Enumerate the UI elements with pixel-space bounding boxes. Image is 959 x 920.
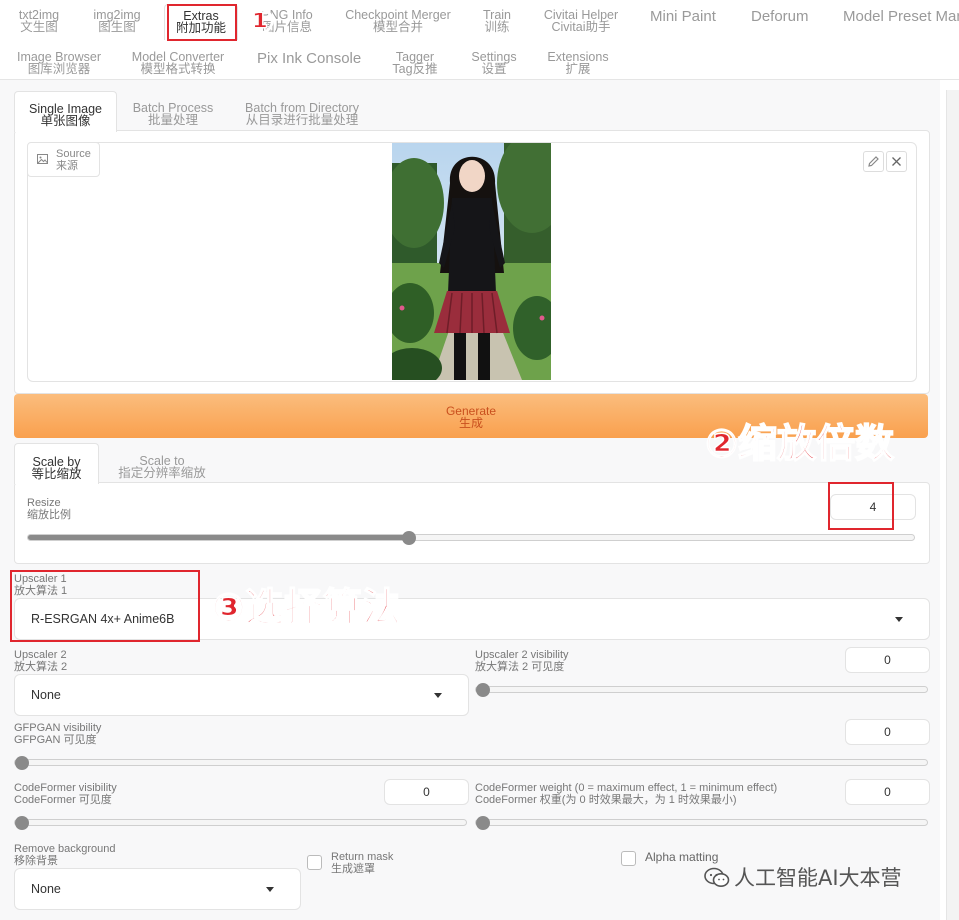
annotation-3: ③选择算法: [211, 585, 402, 632]
subtab-batch-process[interactable]: Batch Process 批量处理: [132, 102, 214, 127]
codeformer-weight-label: CodeFormer weight (0 = maximum effect, 1…: [475, 782, 778, 806]
codeformer-visibility-input[interactable]: 0: [384, 779, 469, 805]
tab-pix-ink-console[interactable]: Pix Ink Console: [257, 51, 361, 66]
chevron-down-icon: [434, 693, 442, 698]
return-mask-checkbox[interactable]: [307, 855, 322, 870]
tab-model-converter[interactable]: Model Converter 模型格式转换: [130, 51, 226, 76]
resize-slider[interactable]: [27, 530, 915, 545]
gfpgan-input[interactable]: 0: [845, 719, 930, 745]
upscaler2-visibility-thumb[interactable]: [476, 682, 490, 697]
right-panel-edge: [946, 90, 959, 920]
resize-label: Resize 缩放比例: [27, 497, 71, 521]
codeformer-weight-thumb[interactable]: [476, 815, 490, 830]
tab-tagger[interactable]: Tagger Tag反推: [390, 51, 440, 76]
tab-image-browser[interactable]: Image Browser 图库浏览器: [16, 51, 102, 76]
annotation-box-extras: [167, 4, 237, 41]
tab-extensions[interactable]: Extensions 扩展: [546, 51, 610, 76]
annotation-2: ②缩放倍数: [704, 421, 895, 468]
remove-background-label: Remove background 移除背景: [14, 843, 116, 867]
annotation-box-resize: [828, 482, 894, 530]
codeformer-visibility-label: CodeFormer visibility CodeFormer 可见度: [14, 782, 117, 806]
chevron-down-icon: [895, 617, 903, 622]
gfpgan-thumb[interactable]: [15, 755, 29, 770]
source-label: Source 来源: [27, 142, 100, 177]
codeformer-visibility-slider[interactable]: [14, 815, 467, 830]
return-mask-label: Return mask 生成遮罩: [331, 851, 394, 875]
wechat-icon: [704, 867, 730, 887]
annotation-1: ①: [245, 1, 275, 43]
tab-mini-paint[interactable]: Mini Paint: [650, 9, 716, 24]
tab-scale-by[interactable]: Scale by 等比缩放: [14, 443, 99, 484]
subtab-batch-from-directory[interactable]: Batch from Directory 从目录进行批量处理: [240, 102, 364, 127]
alpha-matting-checkbox[interactable]: [621, 851, 636, 866]
codeformer-weight-input[interactable]: 0: [845, 779, 930, 805]
subtab-single-image[interactable]: Single Image 单张图像: [14, 91, 117, 132]
image-icon: [37, 154, 48, 164]
tab-scale-to[interactable]: Scale to 指定分辨率缩放: [114, 455, 210, 480]
remove-background-dropdown[interactable]: None: [14, 868, 301, 910]
gfpgan-slider[interactable]: [14, 755, 928, 770]
gfpgan-label: GFPGAN visibility GFPGAN 可见度: [14, 722, 102, 746]
uploaded-photo: [392, 143, 551, 380]
upscaler2-visibility-slider[interactable]: [475, 682, 928, 697]
upscaler2-label: Upscaler 2 放大算法 2: [14, 649, 68, 673]
tab-checkpoint-merger[interactable]: Checkpoint Merger 模型合并: [344, 9, 452, 34]
tab-train[interactable]: Train 训练: [478, 9, 516, 34]
codeformer-visibility-thumb[interactable]: [15, 815, 29, 830]
upscaler2-dropdown[interactable]: None: [14, 674, 469, 716]
chevron-down-icon: [266, 887, 274, 892]
tab-civitai-helper[interactable]: Civitai Helper Civitai助手: [540, 9, 622, 34]
watermark: 人工智能AI大本营: [704, 862, 902, 892]
upscaler2-visibility-label: Upscaler 2 visibility 放大算法 2 可见度: [475, 649, 569, 673]
scale-panel: [14, 482, 930, 564]
close-icon: [892, 157, 901, 166]
tab-deforum[interactable]: Deforum: [751, 9, 809, 24]
codeformer-weight-slider[interactable]: [475, 815, 928, 830]
tab-txt2img[interactable]: txt2img 文生图: [16, 9, 62, 34]
tab-settings[interactable]: Settings 设置: [469, 51, 519, 76]
resize-slider-thumb[interactable]: [401, 530, 416, 545]
tab-model-preset-manager[interactable]: Model Preset Manager: [843, 9, 959, 24]
annotation-box-upscaler: [10, 570, 200, 642]
clear-image-button[interactable]: [886, 151, 907, 172]
edit-button[interactable]: [863, 151, 884, 172]
tab-img2img[interactable]: img2img 图生图: [90, 9, 144, 34]
pencil-icon: [868, 156, 879, 167]
upscaler2-visibility-input[interactable]: 0: [845, 647, 930, 673]
